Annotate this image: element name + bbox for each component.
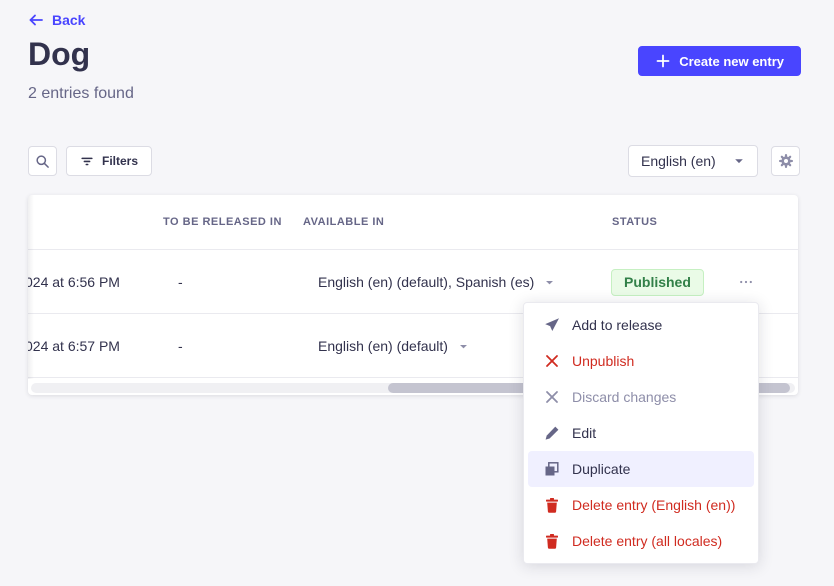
ellipsis-icon <box>738 274 754 290</box>
filters-label: Filters <box>102 154 138 168</box>
page-title: Dog <box>28 36 90 73</box>
menu-item-delete-entry-all-locales[interactable]: Delete entry (all locales) <box>528 523 754 559</box>
arrow-left-icon <box>28 12 44 28</box>
row-actions-context-menu: Add to release Unpublish Discard changes <box>523 302 759 564</box>
cross-icon <box>544 389 560 405</box>
search-icon <box>35 154 50 169</box>
cell-to-be-released-in: - <box>178 314 183 378</box>
chevron-down-icon <box>544 277 555 288</box>
column-header-status: STATUS <box>612 195 657 249</box>
search-button[interactable] <box>28 146 57 176</box>
plus-icon <box>655 53 671 69</box>
back-label: Back <box>52 12 85 28</box>
menu-item-label: Edit <box>572 425 596 441</box>
trash-icon <box>544 533 560 549</box>
menu-item-unpublish[interactable]: Unpublish <box>528 343 754 379</box>
chevron-down-icon <box>733 155 745 167</box>
entries-count: 2 entries found <box>28 85 134 103</box>
cell-updated-date: 024 at 6:57 PM <box>28 314 120 378</box>
chevron-down-icon <box>458 341 469 352</box>
duplicate-icon <box>544 461 560 477</box>
cell-available-in[interactable]: English (en) (default), Spanish (es) <box>318 250 555 314</box>
menu-item-label: Add to release <box>572 317 662 333</box>
column-header-available-in: AVAILABLE IN <box>303 195 384 249</box>
filter-icon <box>80 154 94 168</box>
cell-to-be-released-in: - <box>178 250 183 314</box>
menu-item-label: Duplicate <box>572 461 630 477</box>
menu-item-label: Discard changes <box>572 389 676 405</box>
back-link[interactable]: Back <box>28 12 85 28</box>
status-badge: Published <box>611 269 704 296</box>
menu-item-label: Unpublish <box>572 353 634 369</box>
locale-select[interactable]: English (en) <box>628 145 758 177</box>
gear-icon <box>778 153 794 169</box>
column-header-to-be-released-in: TO BE RELEASED IN <box>163 195 282 249</box>
create-new-entry-button[interactable]: Create new entry <box>638 46 801 76</box>
pencil-icon <box>544 425 560 441</box>
locale-selected-value: English (en) <box>641 153 716 169</box>
cell-updated-date: 024 at 6:56 PM <box>28 250 120 314</box>
menu-item-edit[interactable]: Edit <box>528 415 754 451</box>
trash-icon <box>544 497 560 513</box>
menu-item-duplicate[interactable]: Duplicate <box>528 451 754 487</box>
available-in-value: English (en) (default) <box>318 338 448 354</box>
content-manager-page: Back Dog 2 entries found Create new entr… <box>0 0 834 586</box>
menu-item-delete-entry-locale[interactable]: Delete entry (English (en)) <box>528 487 754 523</box>
available-in-value: English (en) (default), Spanish (es) <box>318 274 534 290</box>
cell-available-in[interactable]: English (en) (default) <box>318 314 469 378</box>
settings-button[interactable] <box>771 146 800 176</box>
cross-icon <box>544 353 560 369</box>
menu-item-discard-changes[interactable]: Discard changes <box>528 379 754 415</box>
menu-item-label: Delete entry (all locales) <box>572 533 722 549</box>
filters-button[interactable]: Filters <box>66 146 152 176</box>
menu-item-label: Delete entry (English (en)) <box>572 497 735 513</box>
menu-item-add-to-release[interactable]: Add to release <box>528 307 754 343</box>
create-new-entry-label: Create new entry <box>679 54 784 69</box>
paper-plane-icon <box>544 317 560 333</box>
